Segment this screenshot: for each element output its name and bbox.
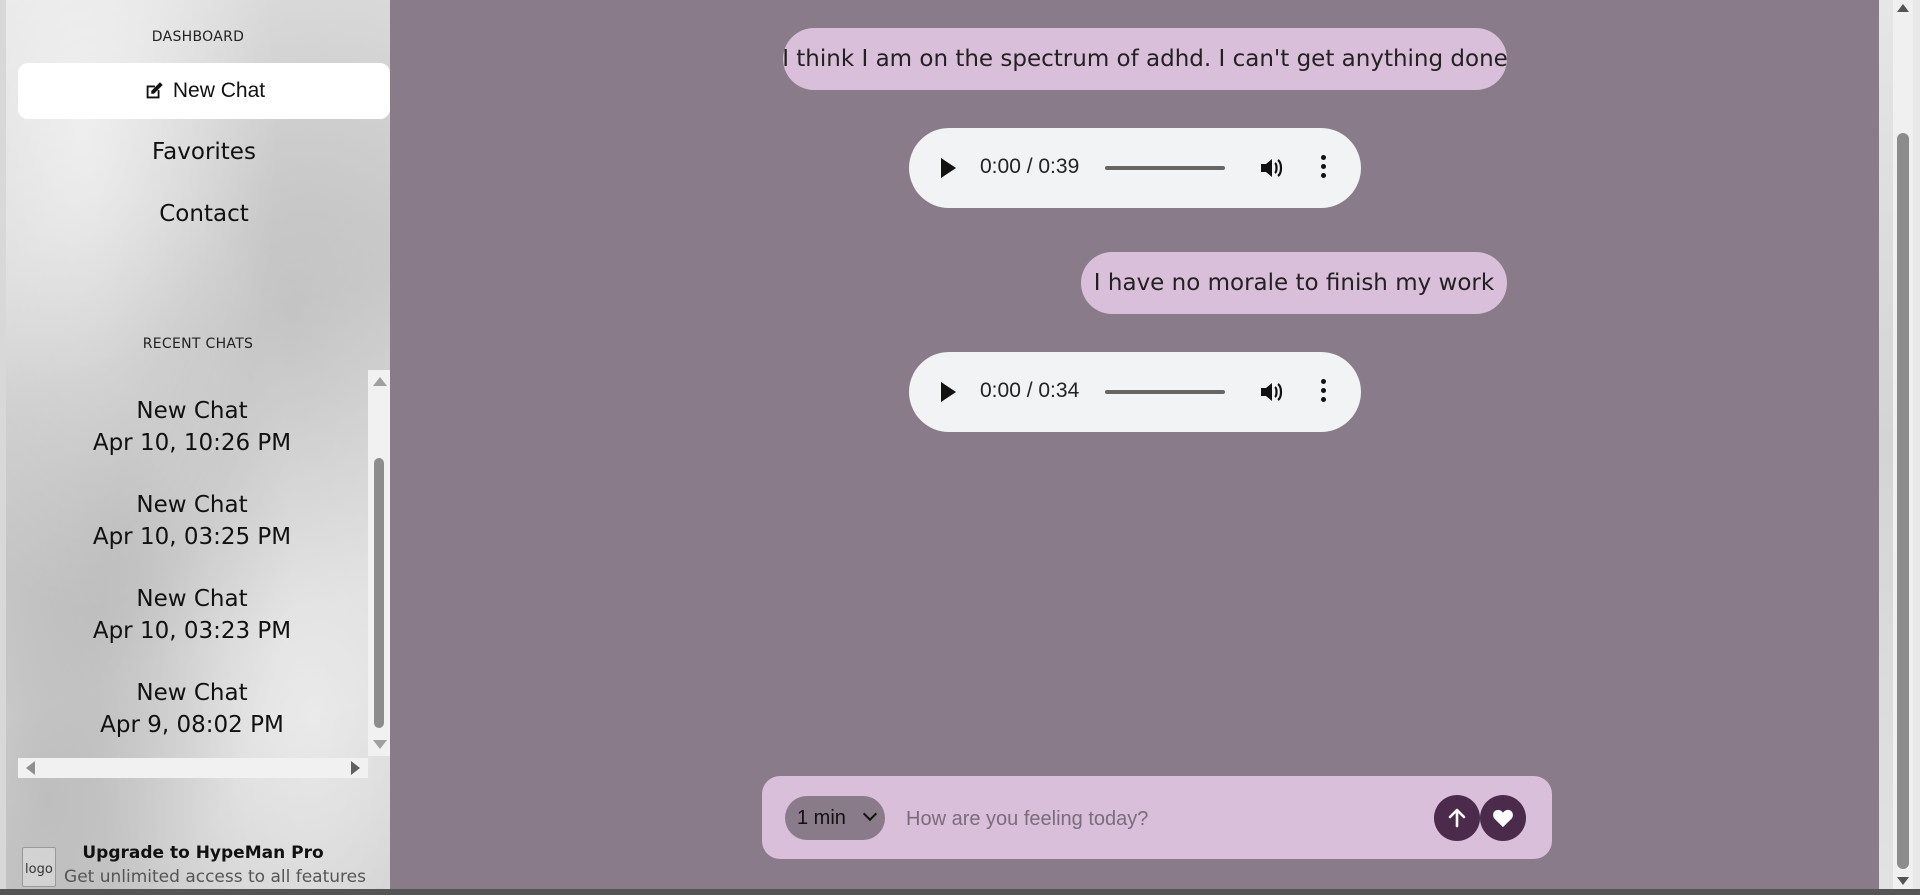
recent-chat-title: New Chat [136,492,248,518]
scroll-left-arrow-icon[interactable] [26,761,35,775]
recent-chat-date: Apr 10, 03:23 PM [92,618,292,644]
upgrade-subtitle: Get unlimited access to all features [64,867,366,887]
play-icon[interactable] [941,382,956,402]
user-message-bubble: I have no morale to finish my work [1081,252,1507,314]
recent-chats-vertical-scrollbar[interactable] [368,370,390,756]
message-composer: 1 min [762,776,1552,859]
audio-progress-track[interactable] [1105,166,1225,170]
recent-chat-date: Apr 9, 08:02 PM [100,712,284,738]
new-chat-button[interactable]: New Chat [18,63,390,119]
sidebar: DASHBOARD New Chat Favorites Contact REC… [6,0,390,889]
upgrade-title: Upgrade to HypeMan Pro [82,843,324,863]
audio-time: 0:00 / 0:39 [980,155,1080,178]
duration-select[interactable]: 1 min [785,796,885,840]
recent-chat-item[interactable]: New Chat Apr 10, 03:25 PM [6,489,378,553]
chevron-down-icon [862,806,878,822]
audio-progress-track[interactable] [1105,390,1225,394]
recent-chat-date: Apr 10, 03:25 PM [92,524,292,550]
recent-chat-date: Apr 10, 10:26 PM [92,430,292,456]
page-scrollbar[interactable] [1893,0,1913,889]
recent-chat-title: New Chat [136,586,248,612]
scrollbar-thumb[interactable] [1897,133,1909,869]
recent-chats-list: New Chat Apr 10, 10:26 PM New Chat Apr 1… [6,370,390,760]
recent-chat-item[interactable]: New Chat Apr 10, 10:26 PM [6,395,378,459]
user-message-bubble: I think I am on the spectrum of adhd. I … [782,28,1508,90]
send-button[interactable] [1434,795,1480,841]
new-chat-label: New Chat [172,79,266,102]
recent-chats-heading: RECENT CHATS [142,336,254,352]
scrollbar-thumb[interactable] [374,458,384,728]
recent-chats-horizontal-scrollbar[interactable] [18,758,368,778]
recent-chat-title: New Chat [136,398,248,424]
audio-player[interactable]: 0:00 / 0:39 [909,128,1361,208]
scroll-right-arrow-icon[interactable] [351,761,360,775]
heart-icon [1493,809,1513,828]
chat-area: I think I am on the spectrum of adhd. I … [390,0,1879,889]
nav-favorites[interactable]: Favorites [18,127,390,177]
window-frame-bottom [0,889,1920,895]
recent-chat-title: New Chat [136,680,248,706]
scroll-up-arrow-icon[interactable] [373,377,387,386]
window-frame-right [1913,0,1920,889]
dashboard-heading: DASHBOARD [151,29,245,45]
favorite-button[interactable] [1480,795,1526,841]
scroll-down-arrow-icon[interactable] [373,740,387,749]
arrow-up-icon [1448,808,1466,828]
scroll-down-arrow-icon[interactable] [1897,877,1909,885]
volume-icon[interactable] [1259,156,1285,180]
recent-chat-item[interactable]: New Chat Apr 9, 08:02 PM [6,677,378,741]
play-icon[interactable] [941,158,956,178]
message-input[interactable] [904,796,1408,842]
more-options-icon[interactable] [1320,155,1328,181]
volume-icon[interactable] [1259,380,1285,404]
audio-player[interactable]: 0:00 / 0:34 [909,352,1361,432]
right-decorative-strip [1879,0,1893,889]
audio-time: 0:00 / 0:34 [980,379,1080,402]
more-options-icon[interactable] [1320,379,1328,405]
nav-contact[interactable]: Contact [18,189,390,239]
upgrade-banner[interactable]: logo Upgrade to HypeMan Pro Get unlimite… [16,843,390,889]
duration-value: 1 min [797,807,846,829]
scroll-up-arrow-icon[interactable] [1897,4,1909,12]
edit-icon [146,82,163,99]
recent-chat-item[interactable]: New Chat Apr 10, 03:23 PM [6,583,378,647]
